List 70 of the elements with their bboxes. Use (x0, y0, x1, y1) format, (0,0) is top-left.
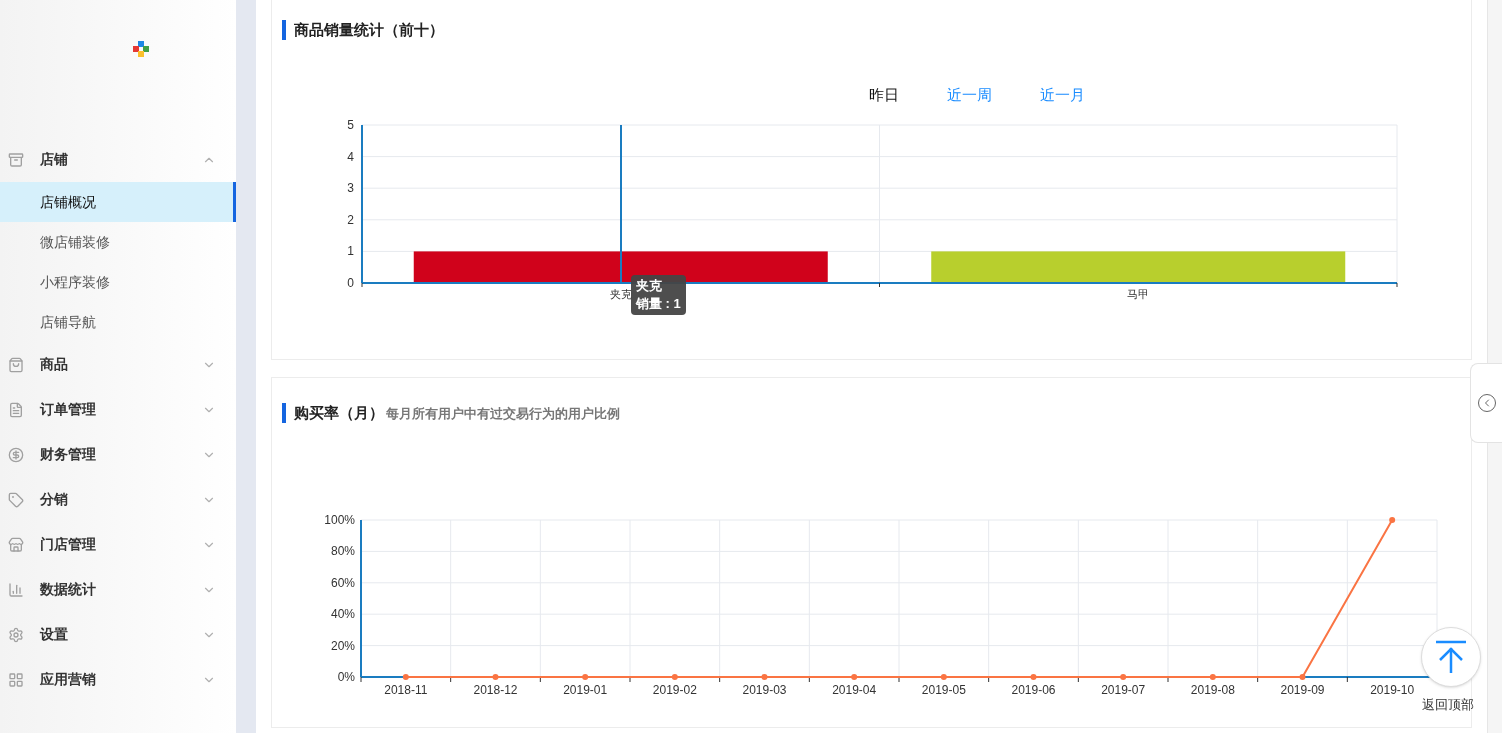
card-title: 商品销量统计（前十） (294, 20, 444, 40)
x-axis-label: 2018-11 (384, 682, 428, 697)
y-axis-label: 2 (347, 212, 354, 227)
y-axis-label: 1 (347, 244, 354, 259)
tray-icon (8, 151, 24, 168)
tag-icon (8, 491, 24, 508)
sidebar-menu-item[interactable]: 设置 (0, 612, 236, 657)
y-axis-label: 0% (337, 669, 355, 684)
sidebar-menu-item[interactable]: 分销 (0, 477, 236, 522)
y-axis-label: 40% (330, 606, 355, 621)
x-axis-label: 2019-06 (1011, 682, 1056, 697)
grid-icon (8, 671, 24, 688)
sidebar-menu-item[interactable]: 门店管理 (0, 522, 236, 567)
sidebar-menu-item[interactable]: 店铺 (0, 137, 236, 182)
x-axis-label: 2018-12 (473, 682, 518, 697)
period-tab[interactable]: 近一月 (1039, 83, 1085, 106)
document-icon (8, 401, 24, 418)
y-axis-label: 20% (330, 638, 355, 653)
y-axis-label: 80% (330, 543, 355, 558)
data-point (1389, 516, 1396, 523)
settings-icon (8, 626, 24, 643)
data-point (761, 673, 768, 680)
sidebar-submenu-item[interactable]: 微店铺装修 (0, 222, 236, 262)
card-title: 购买率（月） (294, 403, 384, 423)
y-axis-label: 0 (347, 276, 354, 290)
bar-chart-icon (8, 581, 24, 598)
x-axis-label: 2019-08 (1190, 682, 1235, 697)
x-axis-label: 2019-10 (1370, 682, 1415, 697)
x-axis-label: 2019-02 (652, 682, 697, 697)
data-point (671, 673, 678, 680)
y-axis-label: 3 (347, 181, 354, 196)
x-axis-label: 马甲 (1127, 288, 1150, 300)
data-point (1209, 673, 1216, 680)
data-point (402, 673, 409, 680)
y-axis-label: 5 (347, 118, 354, 132)
sidebar-submenu-item[interactable]: 店铺导航 (0, 302, 236, 342)
data-point (1299, 673, 1306, 680)
coin-icon (8, 446, 24, 463)
shop-icon (8, 536, 24, 553)
x-axis-label: 2019-04 (832, 682, 877, 697)
sidebar-submenu-item[interactable]: 店铺概况 (0, 182, 236, 222)
sidebar-menu-item[interactable]: 商品 (0, 342, 236, 387)
x-axis-label: 2019-01 (563, 682, 608, 697)
x-axis-label: 2019-03 (742, 682, 787, 697)
sidebar-menu-item[interactable]: 财务管理 (0, 432, 236, 477)
data-point (1120, 673, 1127, 680)
y-axis-label: 4 (347, 149, 354, 164)
sidebar-menu-item[interactable]: 订单管理 (0, 387, 236, 432)
collapse-tab[interactable] (1470, 363, 1502, 443)
back-to-top-label: 返回顶部 (1422, 696, 1474, 714)
data-point (851, 673, 858, 680)
y-axis-label: 60% (330, 575, 355, 590)
period-tab[interactable]: 昨日 (868, 83, 899, 106)
sidebar-menu-item[interactable]: 数据统计 (0, 567, 236, 612)
data-point (940, 673, 947, 680)
tooltip: 夹克 销量 : 1 (631, 275, 686, 315)
period-tab[interactable]: 近一周 (946, 83, 992, 106)
x-axis-label: 2019-09 (1280, 682, 1325, 697)
sidebar-submenu-item[interactable]: 小程序装修 (0, 262, 236, 302)
x-axis-label: 2019-07 (1101, 682, 1146, 697)
data-point (492, 673, 499, 680)
logo-icon (132, 40, 150, 58)
y-axis-label: 100% (324, 512, 355, 527)
back-to-top-button[interactable] (1421, 627, 1481, 687)
sidebar-menu-item[interactable]: 应用营销 (0, 657, 236, 702)
card-subtitle: 每月所有用户中有过交易行为的用户比例 (386, 404, 620, 423)
bag-icon (8, 356, 24, 373)
data-point (1030, 673, 1037, 680)
x-axis-label: 2019-05 (921, 682, 966, 697)
data-point (582, 673, 589, 680)
